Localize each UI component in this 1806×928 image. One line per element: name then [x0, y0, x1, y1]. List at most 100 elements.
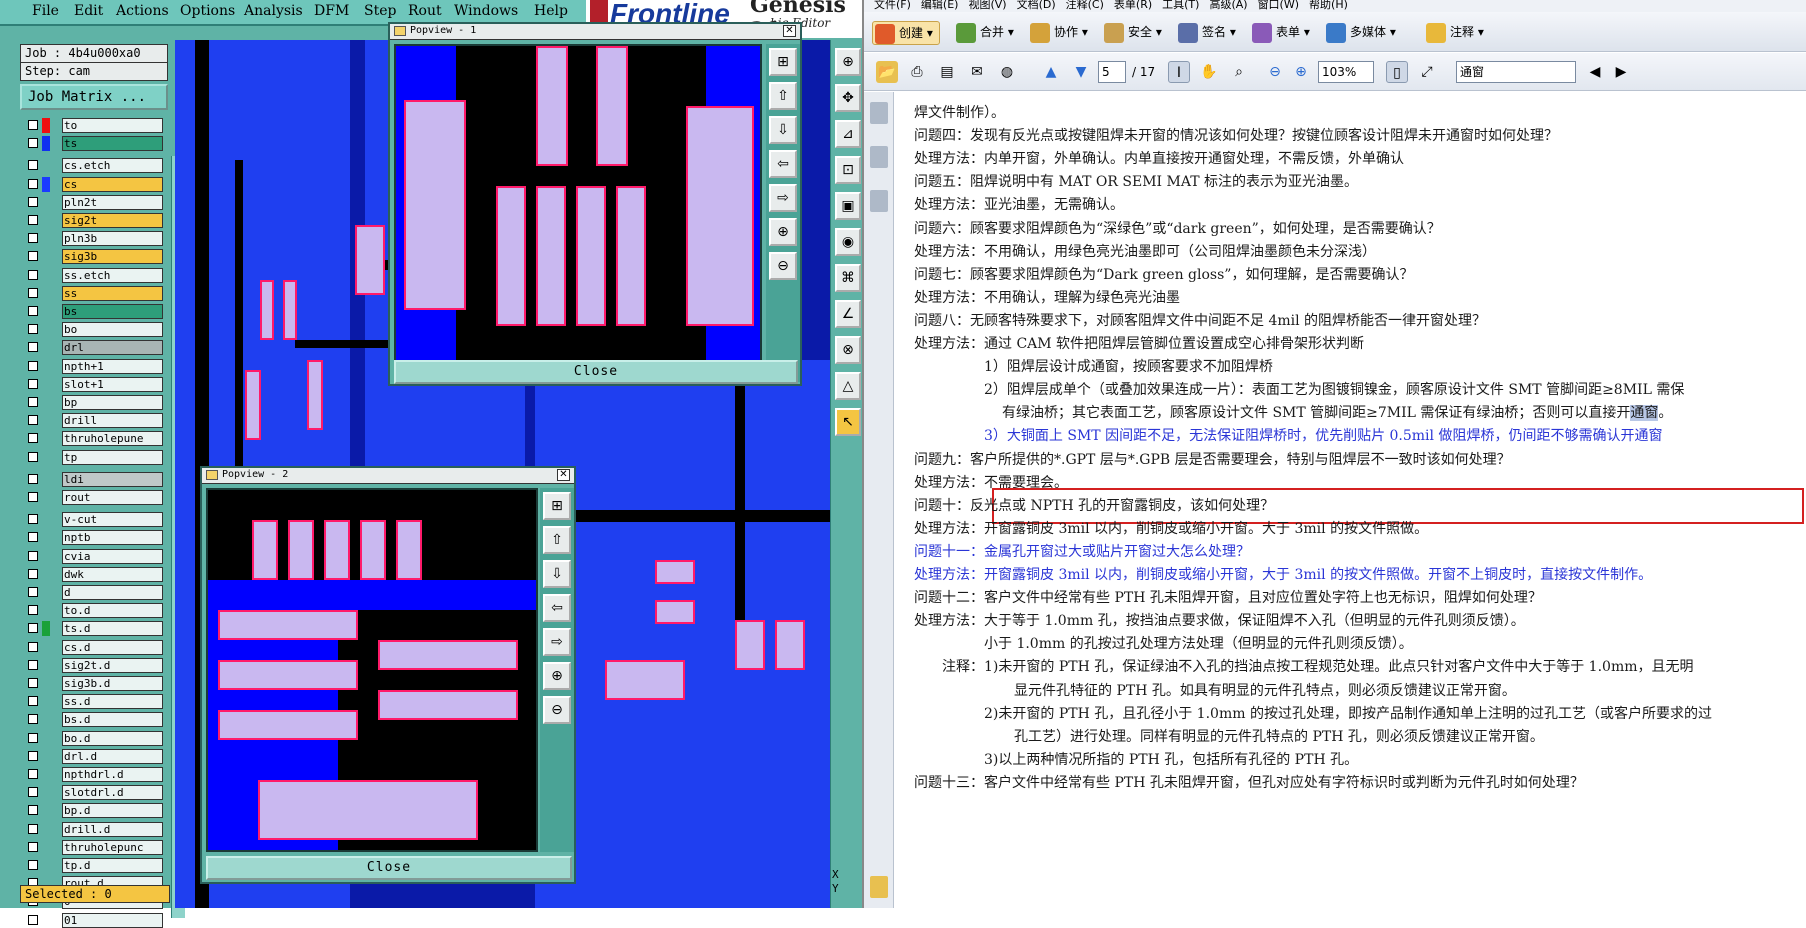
pan-left-icon[interactable]: ⇦: [769, 150, 797, 178]
comments-icon[interactable]: [870, 876, 888, 898]
layer-name[interactable]: slotdrl.d: [62, 785, 163, 801]
layer-row[interactable]: ts: [22, 136, 163, 152]
layer-checkbox[interactable]: [28, 914, 38, 925]
layer-row[interactable]: bp: [22, 395, 163, 410]
layer-name[interactable]: cvia: [62, 548, 163, 564]
menu-analysis[interactable]: Analysis: [244, 3, 303, 19]
layer-row[interactable]: tp.d: [22, 858, 163, 873]
layer-name[interactable]: bs: [62, 304, 163, 319]
layer-checkbox[interactable]: [28, 696, 38, 707]
print-icon[interactable]: ⎙: [906, 61, 928, 83]
layer-row[interactable]: drill.d: [22, 821, 163, 837]
layer-row[interactable]: pln2t: [22, 194, 163, 210]
layer-checkbox[interactable]: [28, 342, 38, 353]
zoom-in-icon[interactable]: ⊕: [543, 662, 571, 690]
select-text-icon[interactable]: I: [1168, 61, 1190, 83]
reader-menu-item[interactable]: 视图(V): [968, 0, 1006, 11]
layer-name[interactable]: nptb: [62, 530, 163, 546]
layer-checkbox[interactable]: [28, 860, 38, 870]
find-input[interactable]: 通窗: [1456, 61, 1576, 83]
menu-edit[interactable]: Edit: [74, 3, 103, 19]
layer-row[interactable]: slotdrl.d: [22, 785, 163, 801]
layer-row[interactable]: ldi: [22, 471, 163, 487]
pan-icon[interactable]: ✥: [835, 84, 861, 112]
zoom-level-select[interactable]: 103%: [1318, 61, 1374, 83]
layer-row[interactable]: tp: [22, 449, 163, 465]
layer-checkbox[interactable]: [28, 433, 38, 444]
layer-row[interactable]: thruholepune: [22, 431, 163, 447]
layer-name[interactable]: to: [62, 118, 163, 133]
layer-name[interactable]: bp: [62, 395, 163, 410]
zoom-fit-icon[interactable]: ⊞: [543, 492, 571, 520]
layer-checkbox[interactable]: [28, 178, 38, 189]
reader-menu-item[interactable]: 窗口(W): [1258, 0, 1299, 11]
layer-checkbox[interactable]: [28, 787, 38, 798]
layer-checkbox[interactable]: [28, 287, 38, 298]
page-up-icon[interactable]: ▲: [1040, 61, 1062, 83]
layer-name[interactable]: cs.etch: [62, 158, 163, 174]
layer-name[interactable]: sig2t.d: [62, 657, 163, 673]
popview-2-close-button[interactable]: Close: [206, 856, 572, 880]
layer-checkbox[interactable]: [28, 415, 38, 426]
feature-icon[interactable]: ◉: [835, 228, 861, 256]
find-next-icon[interactable]: ▶: [1610, 61, 1632, 83]
layer-name[interactable]: bo: [62, 322, 163, 338]
pan-right-icon[interactable]: ⇨: [543, 628, 571, 656]
layer-checkbox[interactable]: [28, 138, 38, 149]
pan-down-icon[interactable]: ⇩: [543, 560, 571, 588]
popview-1-titlebar[interactable]: Popview - 1 ✕: [390, 24, 800, 40]
layer-name[interactable]: tp.d: [62, 858, 163, 873]
layer-name[interactable]: ss: [62, 285, 163, 301]
layer-checkbox[interactable]: [28, 605, 38, 616]
find-previous-icon[interactable]: ◀: [1584, 61, 1606, 83]
layer-name[interactable]: sig2t: [62, 213, 163, 228]
layer-name[interactable]: rout: [62, 490, 163, 505]
email-icon[interactable]: ✉: [966, 61, 988, 83]
layer-checkbox[interactable]: [28, 324, 38, 335]
layer-name[interactable]: drill.d: [62, 821, 163, 837]
layer-name[interactable]: v-cut: [62, 512, 163, 528]
pages-icon[interactable]: [870, 102, 888, 124]
layer-row[interactable]: drill: [22, 413, 163, 429]
reader-menu-item[interactable]: 编辑(E): [921, 0, 959, 11]
layer-row[interactable]: pln3b: [22, 231, 163, 247]
layer-checkbox[interactable]: [28, 550, 38, 561]
layer-checkbox[interactable]: [28, 451, 38, 462]
layer-name[interactable]: sig3b: [62, 249, 163, 265]
zoom-in-icon[interactable]: ⊕: [769, 218, 797, 246]
layer-row[interactable]: thruholepunc: [22, 839, 163, 855]
sign-button[interactable]: 签名 ▾: [1176, 21, 1242, 45]
layer-row[interactable]: d: [22, 585, 163, 600]
layer-name[interactable]: pln2t: [62, 194, 163, 210]
reader-menu-item[interactable]: 表单(R): [1114, 0, 1152, 11]
layer-row[interactable]: ss.d: [22, 694, 163, 710]
layer-name[interactable]: npthdrl.d: [62, 767, 163, 782]
layer-row[interactable]: npthdrl.d: [22, 767, 163, 782]
net-icon[interactable]: ⌘: [835, 264, 861, 292]
layer-row[interactable]: bs: [22, 304, 163, 319]
layer-checkbox[interactable]: [28, 378, 38, 389]
layer-row[interactable]: bs.d: [22, 712, 163, 728]
menu-help[interactable]: Help: [534, 3, 568, 19]
layer-name[interactable]: bp.d: [62, 803, 163, 819]
menu-dfm[interactable]: DFM: [314, 3, 349, 19]
layer-name[interactable]: ss.etch: [62, 267, 163, 283]
layer-checkbox[interactable]: [28, 196, 38, 207]
reader-menu-item[interactable]: 文件(F): [874, 0, 911, 11]
layer-row[interactable]: bo: [22, 322, 163, 338]
create-button[interactable]: 创建 ▾: [872, 21, 940, 45]
pan-right-icon[interactable]: ⇨: [769, 184, 797, 212]
layer-name[interactable]: to.d: [62, 603, 163, 619]
layer-row[interactable]: nptb: [22, 530, 163, 546]
layer-row[interactable]: 01: [22, 912, 163, 928]
layer-row[interactable]: ss: [22, 285, 163, 301]
reader-menu-item[interactable]: 高级(A): [1209, 0, 1247, 11]
layer-checkbox[interactable]: [28, 492, 38, 502]
layer-row[interactable]: cs.etch: [22, 158, 163, 174]
page-down-icon[interactable]: ▼: [1070, 61, 1092, 83]
snap-icon[interactable]: ⊡: [835, 156, 861, 184]
layer-name[interactable]: sig3b.d: [62, 676, 163, 691]
layer-name[interactable]: ts: [62, 136, 163, 152]
reader-menu-item[interactable]: 工具(T): [1162, 0, 1199, 11]
filter-icon[interactable]: ⊗: [835, 336, 861, 364]
